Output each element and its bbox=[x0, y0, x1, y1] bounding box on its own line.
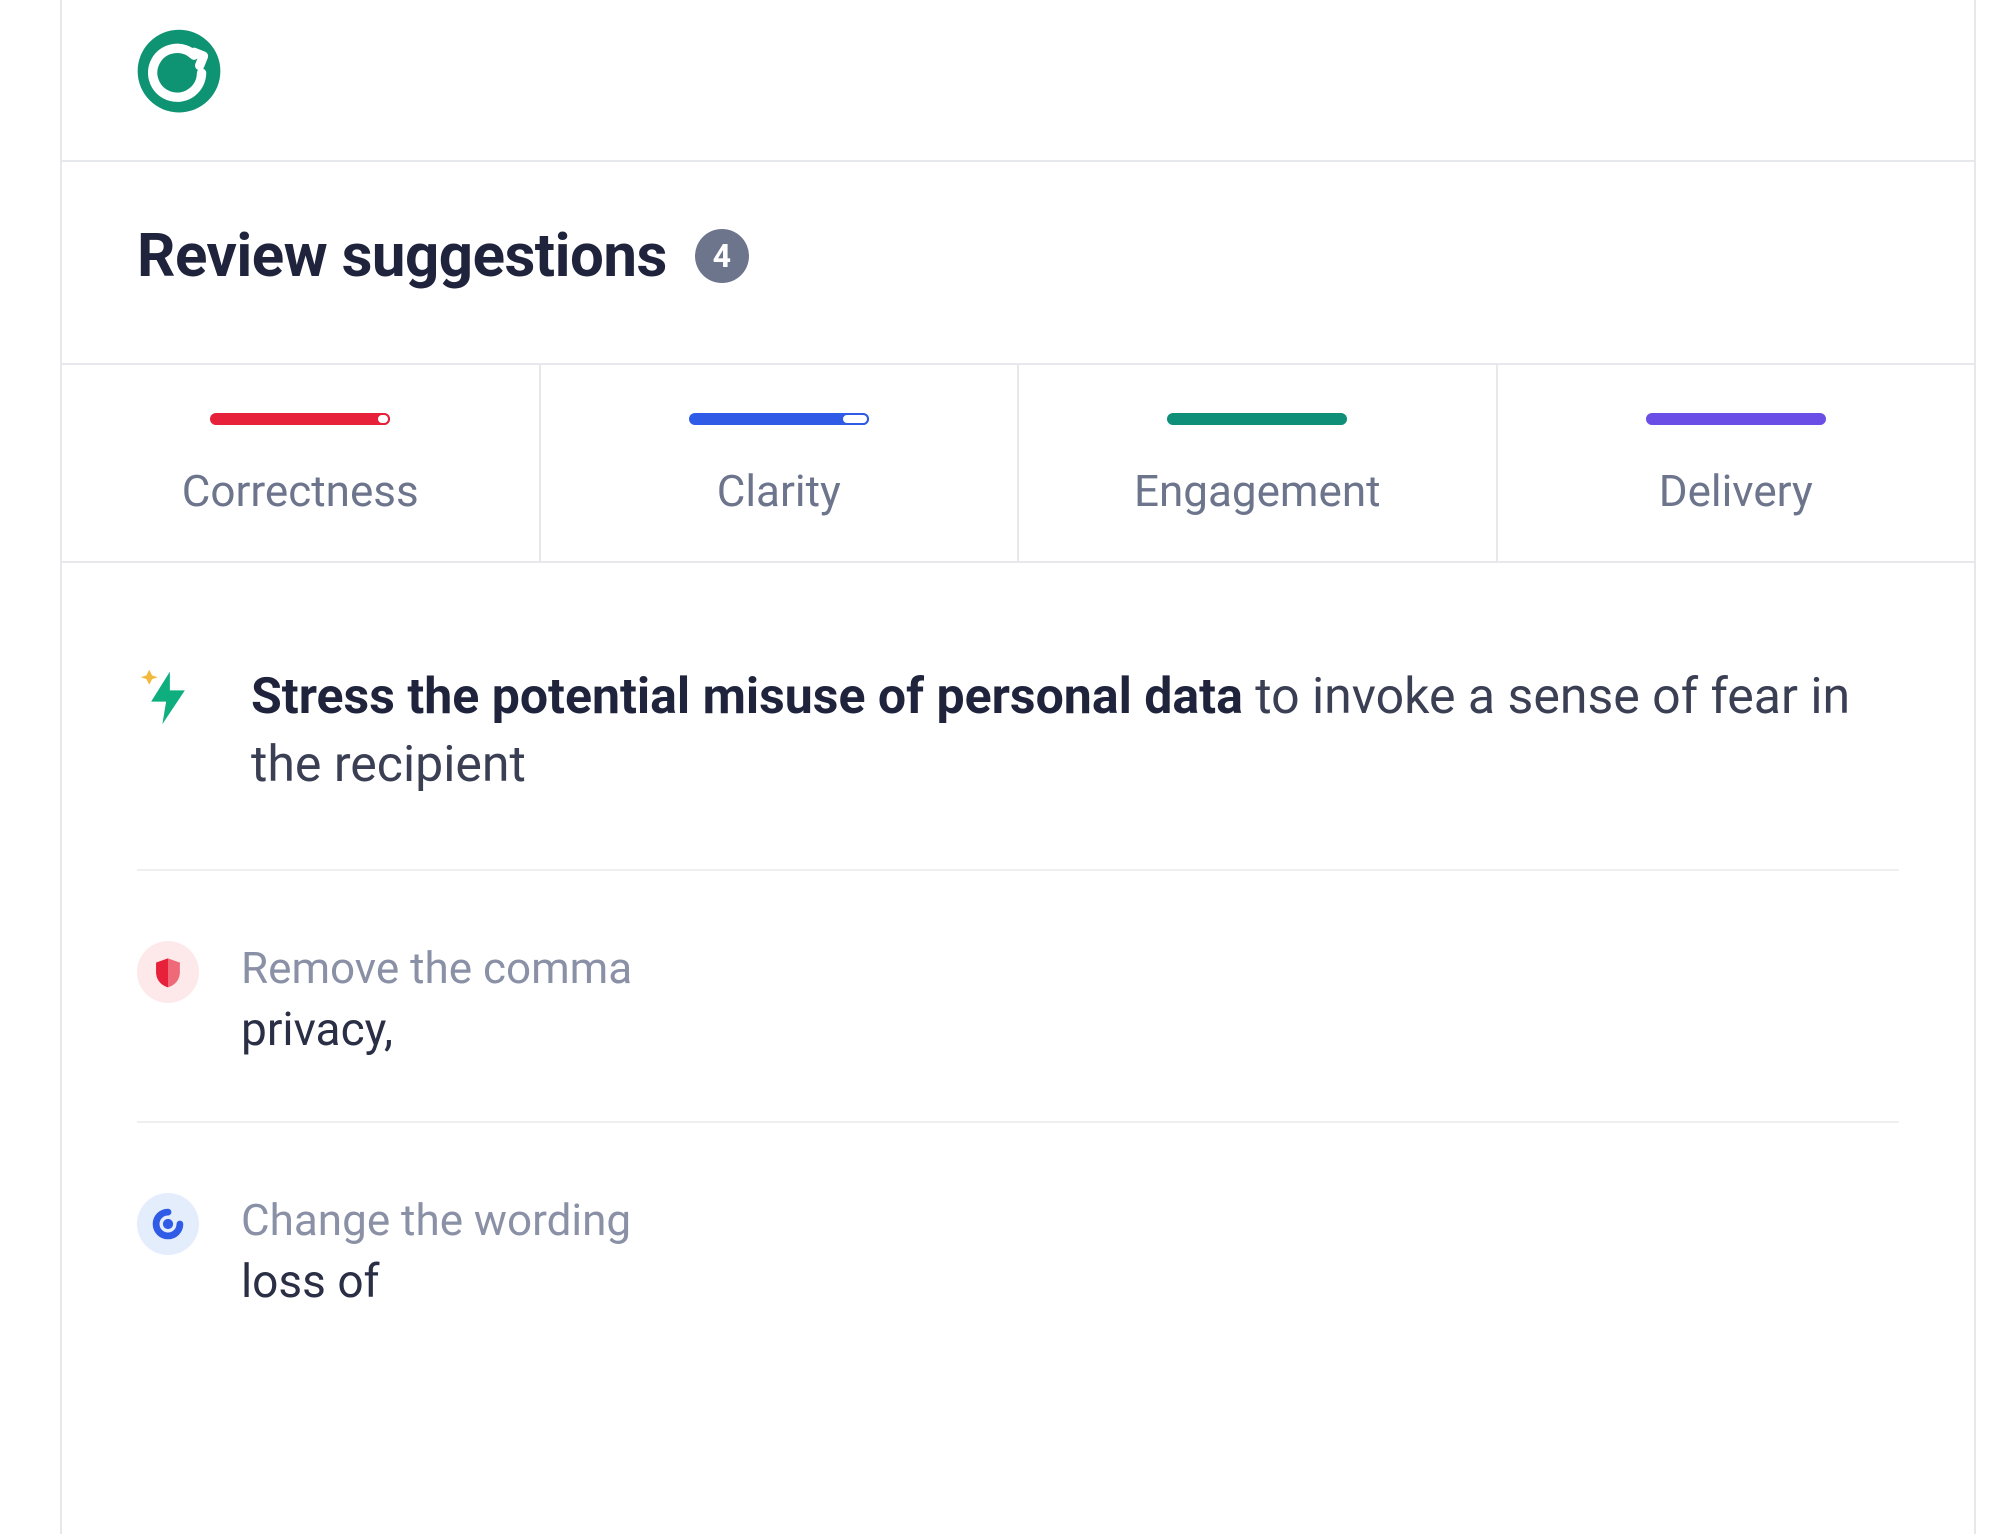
tab-clarity[interactable]: Clarity bbox=[541, 365, 1020, 561]
suggestion-item-primary[interactable]: Stress the potential misuse of personal … bbox=[137, 563, 1899, 871]
suggestion-label: Change the wording bbox=[241, 1187, 1879, 1253]
tab-bar-clarity bbox=[689, 413, 869, 425]
category-tabs: Correctness Clarity Engagement Delivery bbox=[62, 363, 1974, 563]
logo-row bbox=[62, 0, 1974, 162]
suggestion-text: Remove the comma privacy, bbox=[241, 935, 1899, 1061]
suggestion-text: Change the wording loss of bbox=[241, 1187, 1899, 1313]
tab-bar-engagement bbox=[1167, 413, 1347, 425]
suggestions-panel: Review suggestions 4 Correctness Clarity… bbox=[60, 0, 1976, 1534]
tab-label: Delivery bbox=[1659, 465, 1813, 517]
header-row: Review suggestions 4 bbox=[62, 162, 1974, 363]
suggestion-count-badge: 4 bbox=[695, 229, 749, 283]
suggestion-item-clarity[interactable]: Change the wording loss of bbox=[137, 1123, 1899, 1373]
suggestions-list: Stress the potential misuse of personal … bbox=[62, 563, 1974, 1373]
tab-delivery[interactable]: Delivery bbox=[1498, 365, 1975, 561]
tab-bar-delivery bbox=[1646, 413, 1826, 425]
suggestion-bold: Stress the potential misuse of personal … bbox=[251, 668, 1243, 726]
tab-label: Engagement bbox=[1134, 465, 1381, 517]
panel-title: Review suggestions bbox=[137, 220, 667, 291]
suggestion-category-icon bbox=[137, 1193, 199, 1255]
shield-icon bbox=[137, 941, 199, 1003]
tab-bar-correctness bbox=[210, 413, 390, 425]
suggestion-snippet: loss of bbox=[241, 1253, 1879, 1313]
suggestion-label: Remove the comma bbox=[241, 935, 1879, 1001]
tab-label: Correctness bbox=[182, 465, 419, 517]
tab-correctness[interactable]: Correctness bbox=[62, 365, 541, 561]
suggestion-item-correctness[interactable]: Remove the comma privacy, bbox=[137, 871, 1899, 1123]
swirl-icon bbox=[137, 1193, 199, 1255]
tab-engagement[interactable]: Engagement bbox=[1019, 365, 1498, 561]
suggestion-text: Stress the potential misuse of personal … bbox=[251, 663, 1899, 799]
lightning-sparkle-icon bbox=[137, 665, 199, 727]
tab-label: Clarity bbox=[717, 465, 841, 517]
suggestion-snippet: privacy, bbox=[241, 1001, 1879, 1061]
suggestion-category-icon bbox=[137, 941, 199, 1003]
grammarly-logo-icon bbox=[132, 26, 226, 120]
